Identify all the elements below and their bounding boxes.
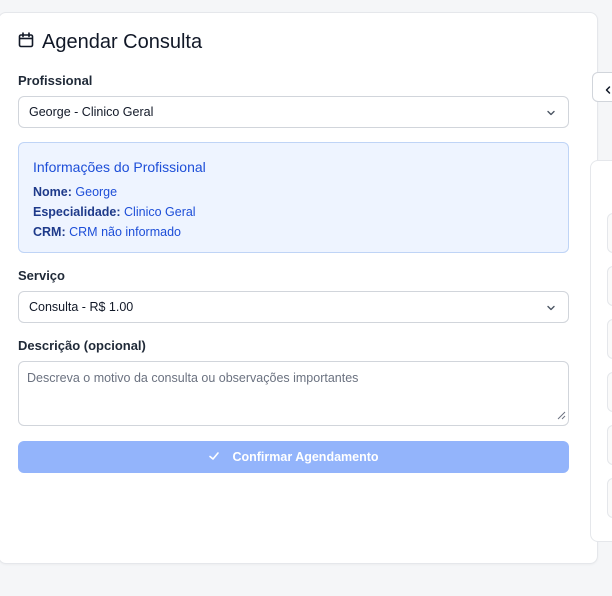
side-toggle-button[interactable] [592,72,612,102]
descricao-placeholder: Descreva o motivo da consulta ou observa… [27,371,359,385]
descricao-label: Descrição (opcional) [18,338,146,353]
side-panel-item[interactable] [607,425,612,465]
chevron-down-icon [546,107,556,121]
schedule-card [0,12,598,564]
info-especialidade-row: Especialidade: Clinico Geral [33,205,196,219]
page-title-row: Agendar Consulta [18,31,202,54]
profissional-label: Profissional [18,73,93,88]
profissional-select-value: George - Clinico Geral [29,105,154,119]
confirm-button-label: Confirmar Agendamento [232,450,379,464]
info-especialidade-label: Especialidade: [33,205,121,219]
check-icon [208,450,220,465]
servico-select-value: Consulta - R$ 1.00 [29,300,134,314]
resize-grip-icon[interactable] [557,409,566,423]
chevron-down-icon [546,302,556,316]
side-panel [590,160,612,542]
servico-select[interactable]: Consulta - R$ 1.00 [18,291,569,323]
info-crm-value: CRM não informado [69,225,181,239]
confirm-button[interactable]: Confirmar Agendamento [18,441,569,473]
info-nome-label: Nome: [33,185,72,199]
info-nome-value: George [75,185,118,199]
calendar-icon [18,32,34,53]
side-panel-item[interactable] [607,478,612,518]
info-especialidade-value: Clinico Geral [124,205,196,219]
info-crm-label: CRM: [33,225,66,239]
profissional-select[interactable]: George - Clinico Geral [18,96,569,128]
side-panel-item[interactable] [607,266,612,306]
side-panel-item[interactable] [607,372,612,412]
servico-label: Serviço [18,268,65,283]
page-title: Agendar Consulta [42,31,203,53]
side-panel-item[interactable] [607,213,612,253]
descricao-textarea[interactable]: Descreva o motivo da consulta ou observa… [18,361,569,426]
professional-info-box: Informações do Profissional Nome: George… [18,142,569,253]
professional-info-heading: Informações do Profissional [33,159,206,175]
info-nome-row: Nome: George [33,185,117,199]
chevron-left-icon [603,82,612,100]
side-panel-item[interactable] [607,319,612,359]
info-crm-row: CRM: CRM não informado [33,225,181,239]
